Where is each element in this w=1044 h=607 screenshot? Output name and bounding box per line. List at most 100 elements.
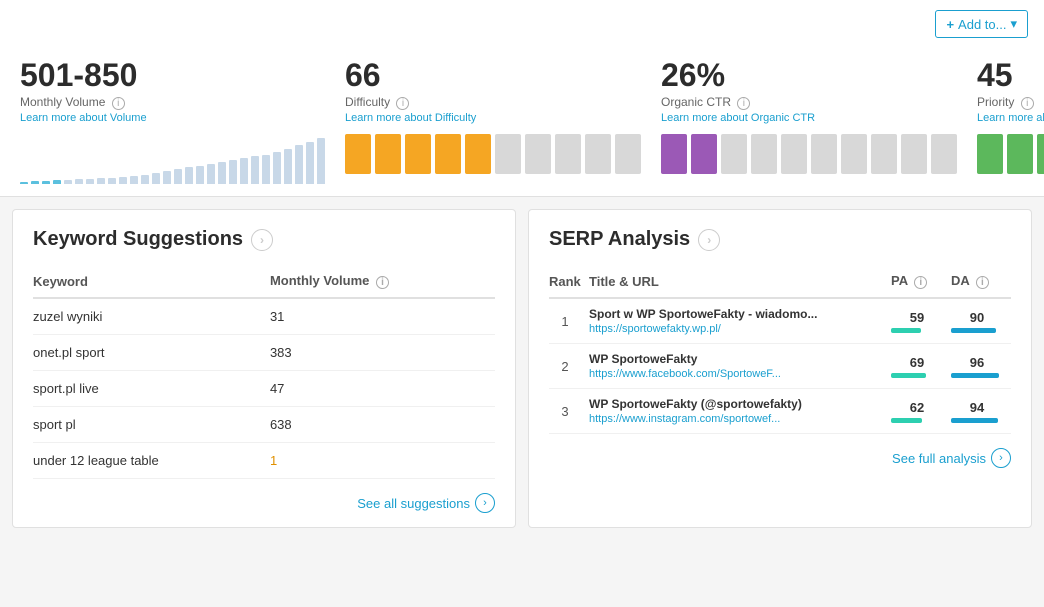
serp-rank-cell: 2 [549, 344, 589, 389]
keyword-suggestions-nav-icon[interactable]: › [251, 229, 273, 251]
difficulty-bar [585, 134, 611, 174]
metrics-section: 501-850 Monthly Volume i Learn more abou… [0, 44, 1044, 197]
difficulty-bar [375, 134, 401, 174]
volume-cell: 638 [270, 407, 495, 443]
serp-title-cell: WP SportoweFakty (@sportowefakty) https:/… [589, 389, 891, 434]
monthly-volume-label: Monthly Volume i [20, 95, 325, 110]
difficulty-value: 66 [345, 58, 641, 93]
volume-bar [97, 178, 105, 184]
serp-title-text: WP SportoweFakty (@sportowefakty) [589, 397, 883, 411]
serp-pa-bar [891, 418, 922, 423]
volume-bar [130, 176, 138, 184]
difficulty-bar [405, 134, 431, 174]
volume-bar [163, 171, 171, 184]
difficulty-bar [555, 134, 581, 174]
serp-da-info-icon[interactable]: i [976, 276, 989, 289]
serp-url-link[interactable]: https://www.facebook.com/SportoweF... [589, 368, 781, 380]
serp-da-bar [951, 418, 998, 423]
keyword-table: Keyword Monthly Volume i zuzel wyniki31o… [33, 267, 495, 479]
volume-bar [251, 156, 259, 184]
top-bar: + Add to... ▾ [0, 0, 1044, 44]
keyword-suggestions-panel: Keyword Suggestions › Keyword Monthly Vo… [12, 209, 516, 528]
volume-bar [240, 158, 248, 184]
serp-title-text: Sport w WP SportoweFakty - wiadomо... [589, 307, 883, 321]
keyword-cell: onet.pl sport [33, 335, 270, 371]
serp-pa-value: 62 [891, 400, 943, 415]
ctr-bar [841, 134, 867, 174]
metric-organic-ctr: 26% Organic CTR i Learn more about Organ… [661, 58, 977, 196]
main-panels: Keyword Suggestions › Keyword Monthly Vo… [0, 197, 1044, 540]
serp-rank-header: Rank [549, 267, 589, 298]
priority-info-icon[interactable]: i [1021, 97, 1034, 110]
serp-pa-cell: 59 [891, 298, 951, 344]
volume-bar [75, 179, 83, 184]
serp-title-header: Title & URL [589, 267, 891, 298]
serp-pa-bar [891, 328, 921, 333]
serp-pa-info-icon[interactable]: i [914, 276, 927, 289]
monthly-volume-info-icon[interactable]: i [112, 97, 125, 110]
monthly-volume-chart [20, 134, 325, 184]
difficulty-chart [345, 134, 641, 174]
volume-bar [306, 142, 314, 184]
volume-bar [86, 179, 94, 184]
difficulty-info-icon[interactable]: i [396, 97, 409, 110]
serp-da-cell: 96 [951, 344, 1011, 389]
keyword-cell: sport pl [33, 407, 270, 443]
difficulty-link[interactable]: Learn more about Difficulty [345, 112, 641, 124]
priority-link[interactable]: Learn more about Priority [977, 112, 1044, 124]
keyword-table-row: sport pl638 [33, 407, 495, 443]
organic-ctr-info-icon[interactable]: i [737, 97, 750, 110]
serp-da-cell: 94 [951, 389, 1011, 434]
difficulty-bar [525, 134, 551, 174]
serp-pa-value: 59 [891, 310, 943, 325]
volume-bar [284, 149, 292, 184]
monthly-volume-link[interactable]: Learn more about Volume [20, 112, 325, 124]
serp-url-link[interactable]: https://sportowefakty.wp.pl/ [589, 323, 721, 335]
difficulty-bar [615, 134, 641, 174]
serp-analysis-panel: SERP Analysis › Rank Title & URL PA i [528, 209, 1032, 528]
volume-bar [108, 178, 116, 184]
chevron-down-icon: ▾ [1010, 16, 1017, 32]
see-full-analysis-link[interactable]: See full analysis › [549, 448, 1011, 468]
serp-table-row: 3WP SportoweFakty (@sportowefakty)https:… [549, 389, 1011, 434]
volume-bar [207, 164, 215, 184]
see-all-label: See all suggestions [357, 496, 470, 511]
monthly-volume-value: 501-850 [20, 58, 325, 93]
volume-cell: 383 [270, 335, 495, 371]
metric-difficulty: 66 Difficulty i Learn more about Difficu… [345, 58, 661, 196]
serp-pa-value: 69 [891, 355, 943, 370]
volume-bar [31, 181, 39, 184]
see-all-arrow-icon: › [475, 493, 495, 513]
see-full-arrow-icon: › [991, 448, 1011, 468]
serp-table: Rank Title & URL PA i DA i 1Sport [549, 267, 1011, 434]
metric-priority: 45 Priority i Learn more about Priority [977, 58, 1044, 196]
ctr-bar [691, 134, 717, 174]
volume-bar [218, 162, 226, 184]
volume-bar [196, 166, 204, 184]
difficulty-bar [345, 134, 371, 174]
add-to-button[interactable]: + Add to... ▾ [935, 10, 1028, 38]
serp-table-row: 1Sport w WP SportoweFakty - wiadomо...ht… [549, 298, 1011, 344]
difficulty-bar [495, 134, 521, 174]
difficulty-bar [435, 134, 461, 174]
volume-bar [64, 180, 72, 184]
priority-chart [977, 134, 1044, 174]
serp-title-cell: WP SportoweFakty https://www.facebook.com… [589, 344, 891, 389]
keyword-cell: zuzel wyniki [33, 298, 270, 335]
organic-ctr-link[interactable]: Learn more about Organic CTR [661, 112, 957, 124]
serp-table-row: 2WP SportoweFakty https://www.facebook.co… [549, 344, 1011, 389]
serp-pa-cell: 62 [891, 389, 951, 434]
volume-bar [141, 175, 149, 184]
serp-nav-icon[interactable]: › [698, 229, 720, 251]
volume-bar [174, 169, 182, 184]
volume-bar [152, 173, 160, 184]
serp-url-link[interactable]: https://www.instagram.com/sportowef... [589, 413, 780, 425]
kw-vol-info-icon[interactable]: i [376, 276, 389, 289]
ctr-bar [661, 134, 687, 174]
serp-title-text: WP SportoweFakty [589, 352, 883, 366]
volume-bar [273, 152, 281, 184]
kw-vol-col-header: Monthly Volume i [270, 267, 495, 298]
see-all-suggestions-link[interactable]: See all suggestions › [33, 493, 495, 513]
volume-bar [229, 160, 237, 184]
volume-bar [295, 145, 303, 184]
